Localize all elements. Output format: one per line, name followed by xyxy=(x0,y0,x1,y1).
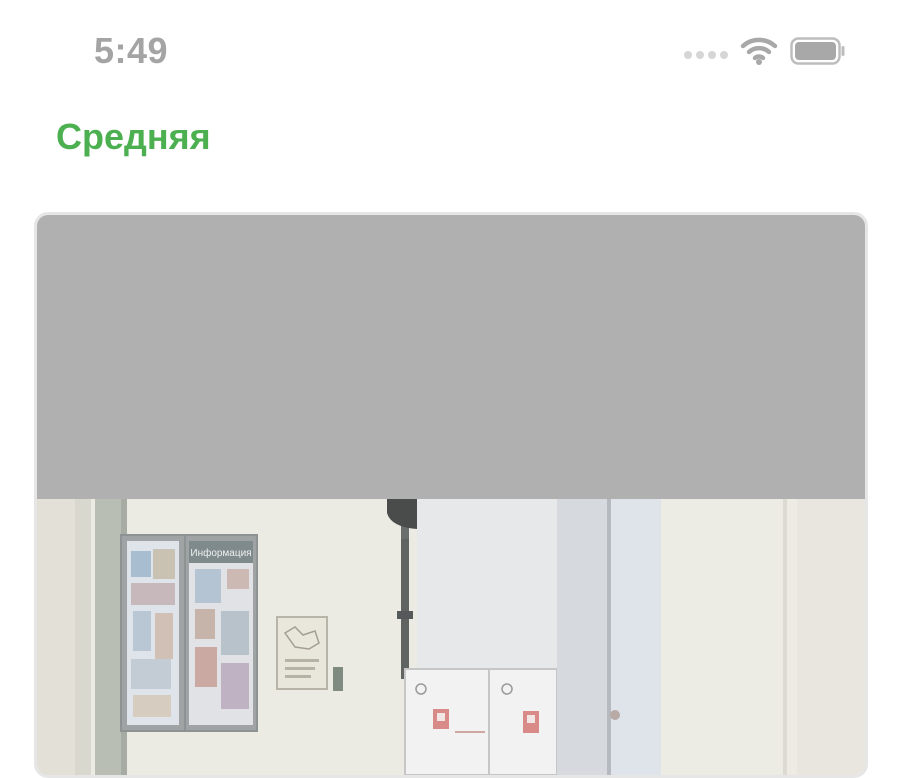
photo-placeholder xyxy=(37,215,865,499)
wifi-icon xyxy=(740,36,778,66)
battery-icon xyxy=(790,37,846,65)
status-icons xyxy=(684,36,846,66)
section-title: Средняя xyxy=(56,116,211,157)
status-time: 5:49 xyxy=(94,30,169,71)
photo-card[interactable]: Информация xyxy=(34,212,868,778)
signal-icon xyxy=(684,51,728,59)
notice-sign-text: Информация xyxy=(190,547,251,559)
photo-image[interactable]: Информация xyxy=(37,499,865,775)
